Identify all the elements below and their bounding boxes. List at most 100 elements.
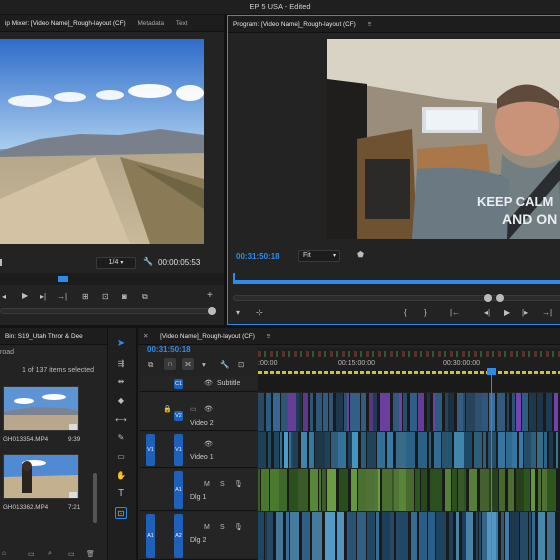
clip-segment[interactable] <box>406 469 414 511</box>
eye-icon[interactable]: 👁 <box>204 440 213 448</box>
step-forward-icon[interactable]: ▸| <box>40 292 46 301</box>
clip-segment[interactable] <box>442 432 452 468</box>
clip-segment[interactable] <box>498 432 505 468</box>
clip-segment[interactable] <box>337 512 344 560</box>
new-bin-icon[interactable]: ▭ <box>28 550 35 558</box>
clip-segment[interactable] <box>499 469 505 511</box>
new-item-icon[interactable]: ▭ <box>68 550 75 558</box>
pen-tool-icon[interactable]: ✎ <box>115 432 127 444</box>
wrench-icon[interactable]: 🔧 <box>220 360 229 369</box>
zoom-handle-left[interactable] <box>484 294 492 302</box>
clip-segment[interactable] <box>436 512 446 560</box>
clip-segment[interactable] <box>312 512 322 560</box>
mute-button[interactable]: M <box>204 481 210 488</box>
step-forward-icon[interactable]: |▸ <box>522 308 528 317</box>
wrench-icon[interactable]: 🔧 <box>143 257 153 266</box>
clip-segment[interactable] <box>303 393 308 431</box>
clip-segment[interactable] <box>507 393 509 431</box>
clip-segment[interactable] <box>418 393 424 431</box>
clip-segment[interactable] <box>501 512 504 560</box>
clip-segment[interactable] <box>512 393 515 431</box>
play-button[interactable]: ▶ <box>504 308 510 317</box>
add-marker-icon[interactable]: ▾ <box>202 360 206 369</box>
clip-segment[interactable] <box>274 432 279 468</box>
clip-segment[interactable] <box>352 432 358 468</box>
sync-lock-icon[interactable]: ▭ <box>190 405 197 413</box>
clip-segment[interactable] <box>549 432 553 468</box>
program-scrubber[interactable] <box>233 280 560 284</box>
clip-segment[interactable] <box>367 432 376 468</box>
clip-segment[interactable] <box>319 469 321 511</box>
clip-segment[interactable] <box>537 432 543 468</box>
clip-segment[interactable] <box>266 393 271 431</box>
add-marker-icon[interactable]: ▾ <box>236 308 240 317</box>
clip-segment[interactable] <box>448 393 454 431</box>
source-scroll-handle[interactable] <box>208 307 216 315</box>
clip-segment[interactable] <box>377 432 385 468</box>
clip-segment[interactable] <box>357 512 366 560</box>
panel-menu-icon[interactable]: ≡ <box>262 328 276 344</box>
clip-segment[interactable] <box>456 512 459 560</box>
source-patch-a1[interactable]: A1 <box>146 514 155 558</box>
tab-metadata[interactable]: Metadata <box>132 15 169 31</box>
clip-segment[interactable] <box>418 432 427 468</box>
clip-segment[interactable] <box>510 512 519 560</box>
clip-segment[interactable] <box>258 393 264 431</box>
clip-segment[interactable] <box>538 512 545 560</box>
export-frame-icon[interactable]: ⧉ <box>142 292 148 302</box>
clip-segment[interactable] <box>516 469 524 511</box>
source-mini-timeline[interactable] <box>0 273 224 285</box>
clip-segment[interactable] <box>387 432 393 468</box>
source-patch-v1[interactable]: V1 <box>146 434 155 466</box>
bin-item-thumbnail[interactable] <box>3 386 79 431</box>
clip-segment[interactable] <box>544 432 547 468</box>
marker-icon[interactable]: ⬟ <box>357 250 364 259</box>
search-icon[interactable]: ⌕ <box>48 550 52 558</box>
panel-menu-icon[interactable]: ≡ <box>363 16 377 32</box>
clip-segment[interactable] <box>336 393 343 431</box>
clip-segment[interactable] <box>429 432 431 468</box>
clip-segment[interactable] <box>546 393 552 431</box>
clip-segment[interactable] <box>464 469 466 511</box>
clip-segment[interactable] <box>452 469 457 511</box>
go-to-in-icon[interactable]: |← <box>450 308 460 317</box>
clip-segment[interactable] <box>428 512 435 560</box>
playhead-handle[interactable] <box>487 368 496 375</box>
clip-segment[interactable] <box>382 469 392 511</box>
program-timecode[interactable]: 00:31:50:18 <box>236 252 280 261</box>
eye-icon[interactable]: 👁 <box>204 379 213 387</box>
selection-tool-icon[interactable]: ➤ <box>115 338 127 350</box>
clip-segment[interactable] <box>411 512 417 560</box>
clip-segment[interactable] <box>454 432 464 468</box>
slip-tool-icon[interactable]: ⟷ <box>115 414 127 426</box>
lock-icon[interactable]: ⌂ <box>2 550 6 557</box>
clip-segment[interactable] <box>403 393 407 431</box>
zoom-dropdown[interactable]: Fit ▾ <box>298 250 340 262</box>
clip-segment[interactable] <box>339 469 348 511</box>
add-button[interactable]: + <box>207 290 213 301</box>
bin-item-thumbnail[interactable] <box>3 454 79 499</box>
caption-tool-icon[interactable]: ⊡ <box>115 507 127 519</box>
clip-segment[interactable] <box>280 432 282 468</box>
camera-icon[interactable]: ◙ <box>122 292 127 301</box>
clip-segment[interactable] <box>323 393 328 431</box>
clip-segment[interactable] <box>400 512 408 560</box>
clip-segment[interactable] <box>382 512 390 560</box>
clip-segment[interactable] <box>329 393 333 431</box>
clip-segment[interactable] <box>338 432 346 468</box>
clip-segment[interactable] <box>434 432 441 468</box>
program-zoom-bar[interactable] <box>233 295 560 301</box>
solo-button[interactable]: S <box>220 481 225 488</box>
clip-segment[interactable] <box>524 469 530 511</box>
clip-segment[interactable] <box>520 512 528 560</box>
clip-segment[interactable] <box>556 432 558 468</box>
clip-segment[interactable] <box>432 469 442 511</box>
clip-segment[interactable] <box>349 512 356 560</box>
clip-segment[interactable] <box>298 469 308 511</box>
program-monitor-title[interactable]: Program: [Video Name]_Rough-layout (CF) <box>228 16 361 32</box>
clip-segment[interactable] <box>427 393 430 431</box>
program-playhead[interactable] <box>233 273 235 281</box>
clip-segment[interactable] <box>519 432 523 468</box>
clip-segment[interactable] <box>508 469 514 511</box>
timeline-timecode[interactable]: 00:31:50:18 <box>147 345 191 354</box>
